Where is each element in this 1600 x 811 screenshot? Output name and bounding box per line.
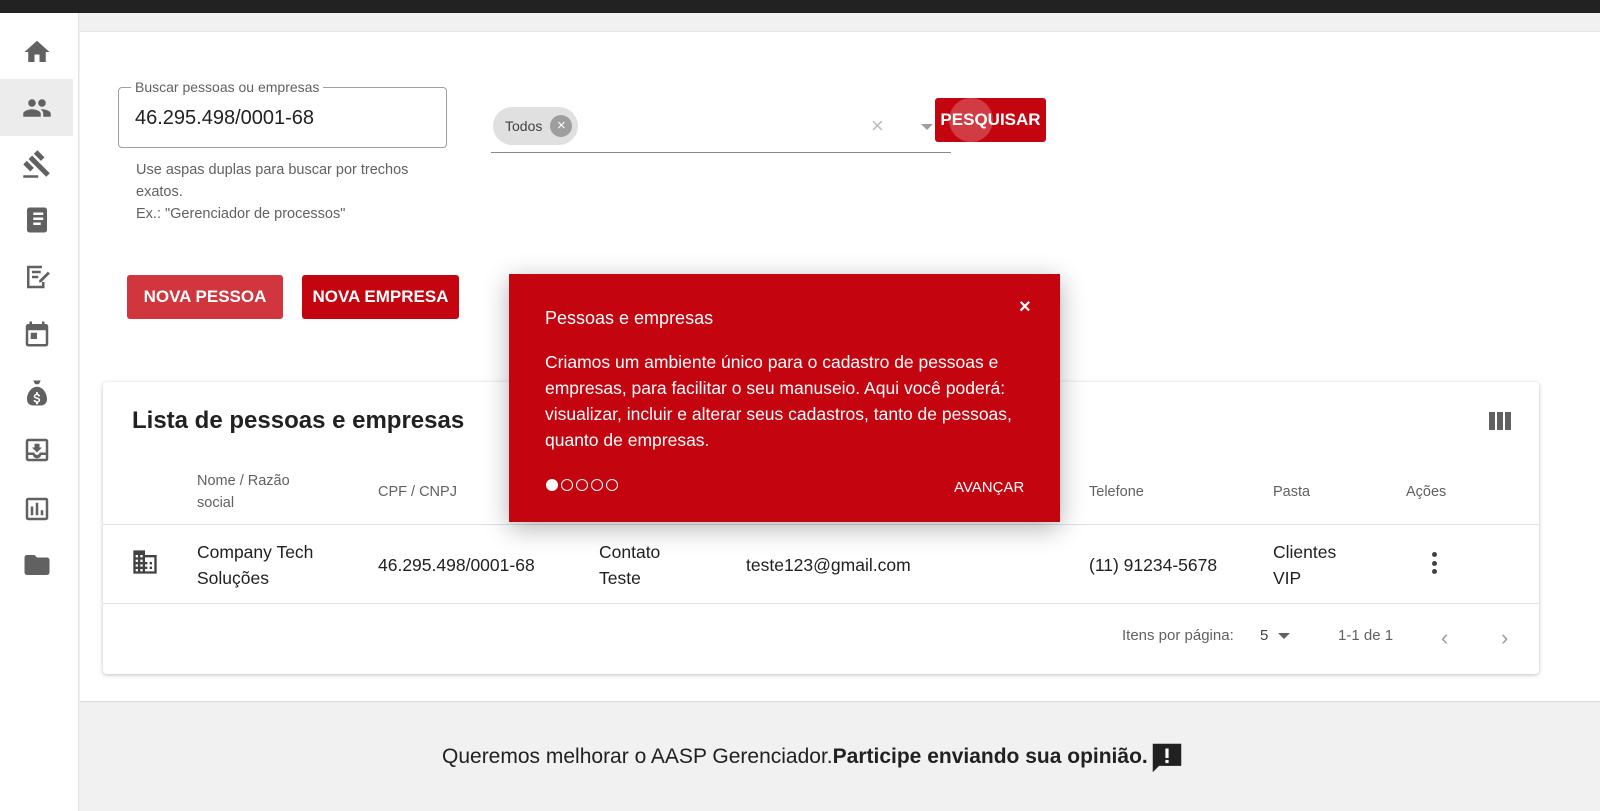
sidebar-item-finance[interactable] — [0, 364, 73, 421]
clear-filter-icon[interactable]: × — [871, 113, 884, 139]
feedback-icon[interactable] — [1148, 739, 1186, 777]
tour-title: Pessoas e empresas — [545, 308, 714, 328]
view-columns-icon[interactable] — [1489, 412, 1511, 430]
search-label: Buscar pessoas ou empresas — [131, 79, 324, 95]
search-button-label: PESQUISAR — [940, 110, 1041, 129]
home-icon — [24, 40, 49, 62]
chart-icon — [25, 497, 48, 520]
header-phone[interactable]: Telefone — [1089, 481, 1144, 503]
header-doc[interactable]: CPF / CNPJ — [378, 481, 457, 503]
sidebar-item-reports[interactable] — [0, 480, 73, 537]
close-icon[interactable]: × — [1019, 296, 1031, 319]
header-folder[interactable]: Pasta — [1273, 481, 1310, 503]
next-page-icon[interactable]: › — [1501, 625, 1508, 651]
sidebar-item-people[interactable] — [0, 79, 73, 136]
cell-doc: 46.295.498/0001-68 — [378, 555, 535, 575]
new-company-button[interactable]: NOVA EMPRESA — [302, 275, 459, 319]
step-dot[interactable] — [591, 479, 603, 491]
type-filter-select[interactable]: Todos × × — [491, 107, 951, 153]
items-per-page-label: Itens por página: — [1122, 627, 1234, 644]
search-hint: Use aspas duplas para buscar por trechos… — [136, 159, 436, 225]
search-input[interactable]: 46.295.498/0001-68 — [135, 107, 314, 130]
feedback-footer: Queremos melhorar o AASP Gerenciador.Par… — [80, 701, 1600, 811]
sidebar-item-folders[interactable] — [0, 536, 73, 593]
cell-email: teste123@gmail.com — [746, 555, 911, 575]
sidebar-item-documents[interactable] — [0, 191, 73, 248]
new-person-button[interactable]: NOVA PESSOA — [127, 275, 283, 319]
dropdown-arrow-icon[interactable] — [921, 124, 933, 130]
edit-document-icon — [26, 265, 50, 288]
search-button[interactable]: PESQUISAR — [935, 98, 1046, 142]
step-dot[interactable] — [561, 479, 573, 491]
archive-icon — [25, 438, 48, 461]
feedback-link[interactable]: Participe enviando sua opinião. — [833, 745, 1148, 768]
cell-phone: (11) 91234-5678 — [1089, 555, 1218, 575]
sidebar-item-processes[interactable] — [0, 135, 73, 192]
sidebar-item-archive[interactable] — [0, 421, 73, 478]
cell-name: Company Tech Soluções — [197, 542, 314, 588]
header-name[interactable]: Nome / Razão social — [197, 470, 317, 514]
search-field[interactable]: Buscar pessoas ou empresas 46.295.498/00… — [118, 79, 447, 148]
people-icon — [22, 98, 51, 117]
per-page-arrow-icon[interactable] — [1278, 633, 1290, 639]
money-bag-icon — [26, 380, 47, 405]
cell-folder: Clientes VIP — [1273, 542, 1337, 588]
feedback-message: Queremos melhorar o AASP Gerenciador. — [442, 745, 833, 768]
search-hint-example: Ex.: "Gerenciador de processos" — [136, 206, 346, 222]
search-hint-text: Use aspas duplas para buscar por trechos… — [136, 162, 409, 200]
sidebar — [0, 13, 79, 811]
filter-chip-label: Todos — [505, 118, 543, 134]
filter-chip-todos[interactable]: Todos × — [493, 107, 579, 145]
sidebar-item-calendar[interactable] — [0, 305, 73, 362]
previous-page-icon[interactable]: ‹ — [1441, 625, 1448, 651]
company-icon — [131, 549, 159, 575]
folder-icon — [24, 554, 49, 575]
step-dot[interactable] — [546, 479, 558, 491]
calendar-icon — [25, 321, 48, 346]
table-row[interactable]: Company Tech Soluções 46.295.498/0001-68… — [103, 524, 1539, 604]
list-title: Lista de pessoas e empresas — [132, 407, 465, 434]
top-bar — [0, 0, 1600, 13]
items-per-page-select[interactable]: 5 — [1260, 627, 1268, 644]
feedback-text: Queremos melhorar o AASP Gerenciador.Par… — [442, 745, 1148, 769]
cell-contact: Contato Teste — [599, 542, 661, 588]
chip-remove-icon[interactable]: × — [550, 115, 573, 137]
sidebar-item-home[interactable] — [0, 23, 73, 80]
onboarding-popover: Pessoas e empresas × Criamos um ambiente… — [509, 274, 1060, 522]
step-dot[interactable] — [576, 479, 588, 491]
header-actions: Ações — [1406, 484, 1447, 500]
page-range: 1-1 de 1 — [1338, 627, 1394, 644]
sidebar-item-contracts[interactable] — [0, 248, 73, 305]
tour-step-indicator — [546, 479, 618, 491]
book-icon — [26, 207, 47, 232]
step-dot[interactable] — [606, 479, 618, 491]
gavel-icon — [22, 149, 50, 178]
tour-next-button[interactable]: AVANÇAR — [954, 479, 1024, 496]
tour-description: Criamos um ambiente único para o cadastr… — [545, 352, 1012, 450]
row-actions-menu-icon[interactable] — [1431, 552, 1437, 574]
